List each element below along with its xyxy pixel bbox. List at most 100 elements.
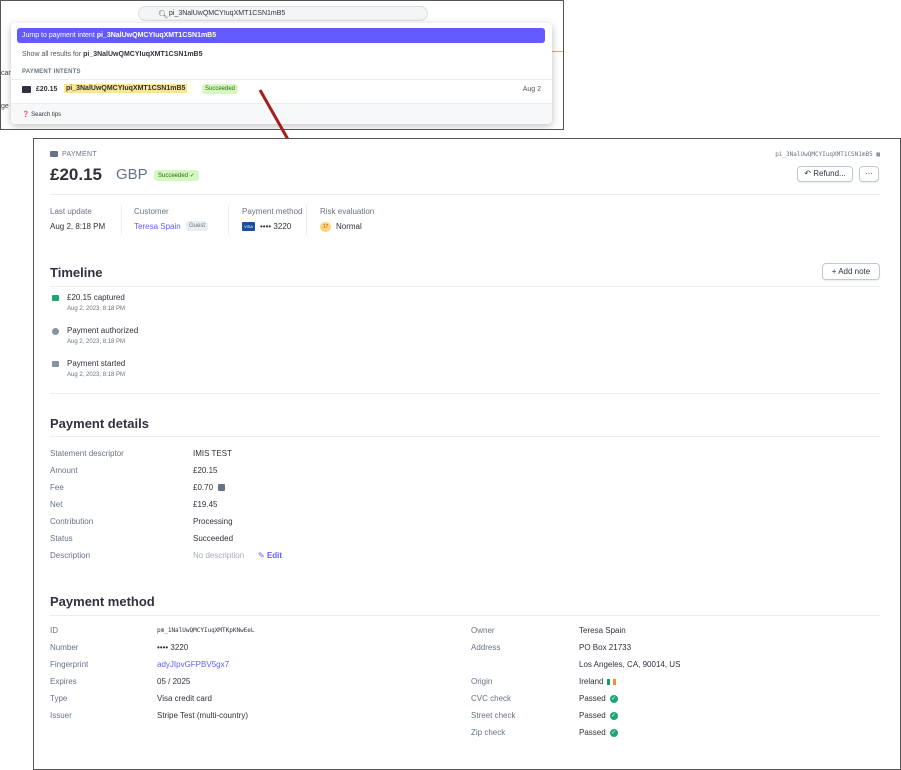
timeline-event-time: Aug 2, 2023, 8:18 PM — [67, 372, 126, 378]
method-value: Teresa Spain — [579, 626, 626, 635]
guest-badge: Guest — [186, 221, 209, 231]
method-value: Visa credit card — [157, 694, 212, 703]
divider — [50, 194, 880, 195]
divider — [50, 615, 880, 616]
edit-label: Edit — [266, 551, 283, 560]
detail-label: Contribution — [50, 517, 94, 526]
kicker-label: PAYMENT — [62, 151, 97, 158]
divider — [306, 205, 307, 235]
risk-label: Risk evaluation — [320, 207, 375, 216]
method-value: Passed ✓ — [579, 711, 618, 720]
show-all-results[interactable]: Show all results for pi_3NalUwQMCYIuqXMT… — [22, 51, 203, 58]
divider — [50, 393, 880, 394]
method-value: PO Box 21733 — [579, 643, 632, 652]
method-value: •••• 3220 — [157, 643, 189, 652]
timeline-event-time: Aug 2, 2023, 8:18 PM — [67, 339, 126, 345]
timeline-event-title: £20.15 captured — [67, 293, 125, 302]
detail-label: Statement descriptor — [50, 449, 124, 458]
card-icon — [22, 86, 31, 93]
origin-text: Ireland — [579, 677, 604, 686]
customer-link[interactable]: Teresa Spain — [134, 222, 181, 231]
detail-label: Amount — [50, 466, 78, 475]
payment-details-title: Payment details — [50, 416, 149, 431]
refund-icon: ↶ — [804, 169, 814, 178]
check-icon: ✓ — [609, 728, 618, 737]
captured-icon — [52, 295, 59, 301]
method-label: Origin — [471, 677, 493, 686]
search-icon: 🔍︎ — [158, 10, 169, 19]
customer-label: Customer — [134, 207, 169, 216]
method-value: Passed ✓ — [579, 694, 618, 703]
payment-kicker: PAYMENT — [50, 151, 97, 158]
section-title: PAYMENT INTENTS — [22, 69, 81, 75]
method-label: Address — [471, 643, 501, 652]
divider — [121, 205, 122, 235]
add-note-label: Add note — [838, 267, 871, 276]
status-badge: Succeeded ✓ — [154, 170, 199, 181]
ireland-flag-icon — [607, 678, 617, 685]
method-value: Stripe Test (multi-country) — [157, 711, 248, 720]
more-button[interactable]: ··· — [859, 166, 879, 182]
search-query: pi_3NalUwQMCYIuqXMT1CSN1mB5 — [169, 10, 286, 17]
jump-to-result[interactable]: Jump to payment intent pi_3NalUwQMCYIuqX… — [17, 28, 545, 43]
detail-value: £19.45 — [193, 500, 218, 509]
payment-currency: GBP — [116, 166, 148, 183]
timeline-event-title: Payment authorized — [67, 326, 139, 335]
add-note-button[interactable]: + Add note — [822, 263, 880, 280]
last-update-value: Aug 2, 8:18 PM — [50, 222, 106, 231]
method-label: Owner — [471, 626, 495, 635]
risk-score-badge: 17 — [320, 222, 331, 232]
copy-icon[interactable]: ▦ — [876, 151, 880, 158]
risk-value: Normal — [336, 222, 362, 231]
timeline-event-title: Payment started — [67, 359, 126, 368]
jump-label: Jump to payment intent — [22, 32, 97, 39]
info-icon[interactable] — [218, 484, 225, 491]
refund-button[interactable]: ↶ Refund... — [797, 166, 853, 182]
show-all-label: Show all results for — [22, 51, 84, 58]
method-label: Street check — [471, 711, 516, 720]
payment-method-value: •••• 3220 — [260, 222, 292, 231]
tips-label: Search tips — [31, 112, 62, 118]
detail-value: No description — [193, 551, 245, 560]
result-amount: £20.15 — [36, 86, 58, 93]
cvc-text: Passed — [579, 694, 606, 703]
street-text: Passed — [579, 711, 606, 720]
divider — [228, 205, 229, 235]
payment-method-label: Payment method — [242, 207, 303, 216]
timeline-event-time: Aug 2, 2023, 8:18 PM — [67, 306, 126, 312]
divider — [50, 436, 880, 437]
detail-value: Processing — [193, 517, 233, 526]
authorized-icon — [52, 328, 59, 335]
payment-amount: £20.15 — [50, 165, 102, 184]
zip-text: Passed — [579, 728, 606, 737]
edge-text: ge — [1, 103, 9, 110]
last-update-label: Last update — [50, 207, 92, 216]
detail-label: Status — [50, 534, 73, 543]
detail-label: Fee — [50, 483, 64, 492]
payment-id-text: pi_3NalUwQMCYIuqXMT1CSN1mB5 — [775, 151, 873, 158]
method-value: Passed ✓ — [579, 728, 618, 737]
method-label: Expires — [50, 677, 77, 686]
result-id: pi_3NalUwQMCYIuqXMT1CSN1mB5 — [64, 84, 188, 93]
method-label: CVC check — [471, 694, 512, 703]
method-label: Zip check — [471, 728, 506, 737]
edit-description-button[interactable]: ✎ Edit — [258, 551, 282, 560]
method-value: Ireland — [579, 677, 617, 686]
jump-id: pi_3NalUwQMCYIuqXMT1CSN1mB5 — [96, 32, 217, 39]
payment-panel: PAYMENT pi_3NalUwQMCYIuqXMT1CSN1mB5 ▦ £2… — [33, 138, 901, 770]
fingerprint-link[interactable]: adyJIpvGFPBV5gx7 — [157, 660, 229, 669]
pencil-icon: ✎ — [258, 551, 267, 560]
started-icon — [52, 361, 59, 367]
edge-text: car — [1, 70, 11, 77]
search-input[interactable]: 🔍︎ pi_3NalUwQMCYIuqXMT1CSN1mB5 — [138, 6, 428, 21]
detail-label: Description — [50, 551, 91, 560]
payment-method-title: Payment method — [50, 594, 155, 609]
detail-value: Succeeded — [193, 534, 234, 543]
status-badge: Succeeded — [202, 84, 239, 94]
show-all-id: pi_3NalUwQMCYIuqXMT1CSN1mB5 — [83, 51, 203, 58]
check-icon: ✓ — [609, 694, 618, 703]
method-label: ID — [50, 626, 58, 635]
visa-icon: VISA — [242, 222, 255, 231]
method-label: Type — [50, 694, 68, 703]
payment-id[interactable]: pi_3NalUwQMCYIuqXMT1CSN1mB5 ▦ — [775, 151, 880, 158]
